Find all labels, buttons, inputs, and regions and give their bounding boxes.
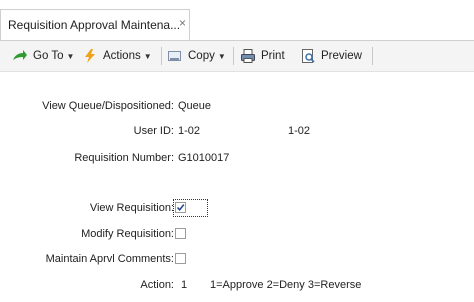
- user-id-label: User ID:: [133, 125, 174, 137]
- toolbar: Go To ▼ Actions ▼ Copy ▼ Print Preview: [0, 41, 474, 72]
- view-requisition-label: View Requisition:: [89, 202, 174, 214]
- requisition-number-label: Requisition Number:: [74, 152, 174, 164]
- view-queue-value: Queue: [178, 100, 212, 112]
- print-label: Print: [261, 50, 285, 62]
- tab-strip: Requisition Approval Maintena... ×: [0, 0, 474, 41]
- view-queue-label: View Queue/Dispositioned:: [42, 100, 174, 112]
- action-value[interactable]: 1: [181, 279, 187, 291]
- chevron-down-icon: ▼: [217, 51, 226, 61]
- preview-icon: [300, 48, 316, 64]
- print-button[interactable]: Print: [240, 47, 285, 65]
- preview-button[interactable]: Preview: [300, 47, 362, 65]
- maintain-comments-label: Maintain Aprvl Comments:: [45, 253, 174, 265]
- tab-title: Requisition Approval Maintena...: [8, 18, 181, 32]
- copy-button[interactable]: Copy ▼: [167, 47, 226, 65]
- tab-requisition-approval[interactable]: Requisition Approval Maintena... ×: [0, 9, 190, 40]
- toolbar-divider: [161, 47, 162, 65]
- requisition-number-value: G1010017: [178, 152, 230, 164]
- copy-label: Copy: [188, 50, 215, 62]
- lightning-icon: [82, 48, 98, 64]
- close-icon[interactable]: ×: [179, 16, 186, 30]
- modify-requisition-checkbox[interactable]: [175, 228, 186, 239]
- action-legend: 1=Approve 2=Deny 3=Reverse: [210, 279, 362, 291]
- printer-icon: [240, 48, 256, 64]
- modify-requisition-label: Modify Requisition:: [81, 228, 174, 240]
- user-id-value: 1-02: [178, 125, 201, 137]
- requisition-form: View Queue/Dispositioned: Queue User ID:…: [0, 72, 474, 302]
- chevron-down-icon: ▼: [66, 51, 75, 61]
- action-label: Action:: [140, 279, 174, 291]
- toolbar-divider: [372, 47, 373, 65]
- copy-icon: [167, 48, 183, 64]
- user-id-name-value: 1-02: [288, 125, 311, 137]
- maintain-comments-checkbox[interactable]: [175, 253, 186, 264]
- actions-button[interactable]: Actions ▼: [82, 47, 152, 65]
- actions-label: Actions: [103, 50, 141, 62]
- view-requisition-checkbox[interactable]: [175, 202, 186, 213]
- go-arrow-icon: [12, 48, 28, 64]
- chevron-down-icon: ▼: [143, 51, 152, 61]
- toolbar-divider: [233, 47, 234, 65]
- goto-label: Go To: [33, 50, 64, 62]
- preview-label: Preview: [321, 50, 362, 62]
- goto-button[interactable]: Go To ▼: [12, 47, 74, 65]
- checkmark-icon: [176, 204, 185, 211]
